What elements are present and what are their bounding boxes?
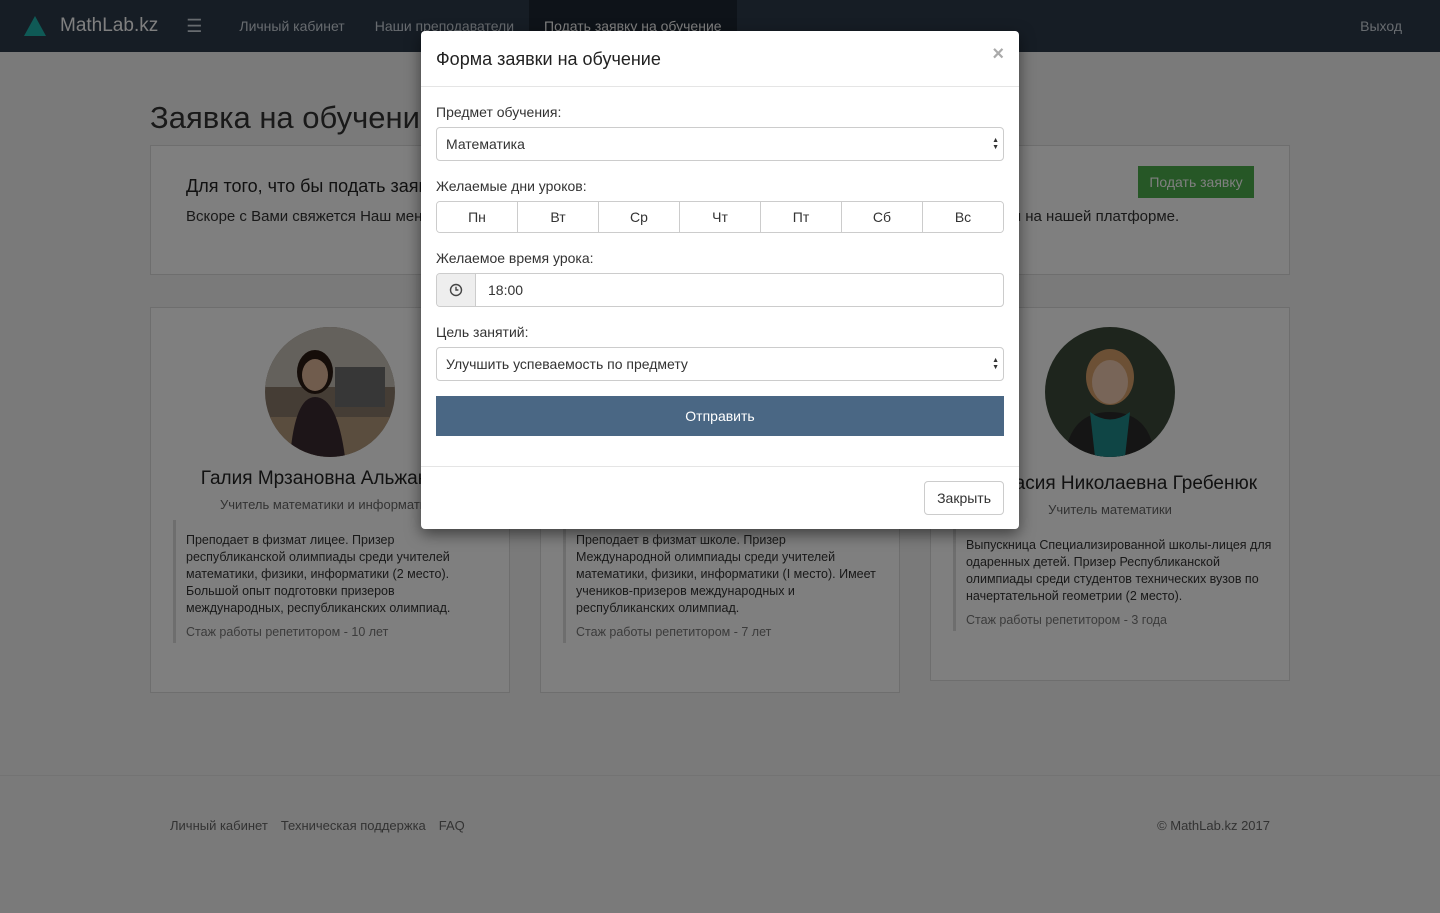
day-button-thu[interactable]: Чт [680,202,761,232]
day-button-sun[interactable]: Вс [923,202,1003,232]
modal-footer: Закрыть [421,466,1019,529]
application-modal: Форма заявки на обучение × Предмет обуче… [421,31,1019,529]
day-button-fri[interactable]: Пт [761,202,842,232]
time-label: Желаемое время урока: [436,250,594,266]
select-arrows-icon: ▲ ▼ [992,137,999,151]
days-button-group: Пн Вт Ср Чт Пт Сб Вс [436,201,1004,233]
close-button[interactable]: Закрыть [924,481,1004,515]
day-button-wed[interactable]: Ср [599,202,680,232]
days-label: Желаемые дни уроков: [436,178,587,194]
goal-label: Цель занятий: [436,324,529,340]
close-icon[interactable]: × [992,43,1004,66]
modal-header: Форма заявки на обучение × [421,31,1019,87]
modal-title: Форма заявки на обучение [436,49,661,69]
goal-select[interactable]: Улучшить успеваемость по предмету ▲ ▼ [436,347,1004,381]
select-arrows-icon: ▲ ▼ [992,357,999,371]
subject-select[interactable]: Математика ▲ ▼ [436,127,1004,161]
day-button-tue[interactable]: Вт [518,202,599,232]
subject-value: Математика [446,136,525,152]
time-input[interactable]: 18:00 [476,274,1003,306]
clock-icon[interactable] [437,274,476,306]
submit-button[interactable]: Отправить [436,396,1004,436]
goal-value: Улучшить успеваемость по предмету [446,356,688,372]
subject-label: Предмет обучения: [436,104,562,120]
time-input-group: 18:00 [436,273,1004,307]
day-button-sat[interactable]: Сб [842,202,923,232]
day-button-mon[interactable]: Пн [437,202,518,232]
